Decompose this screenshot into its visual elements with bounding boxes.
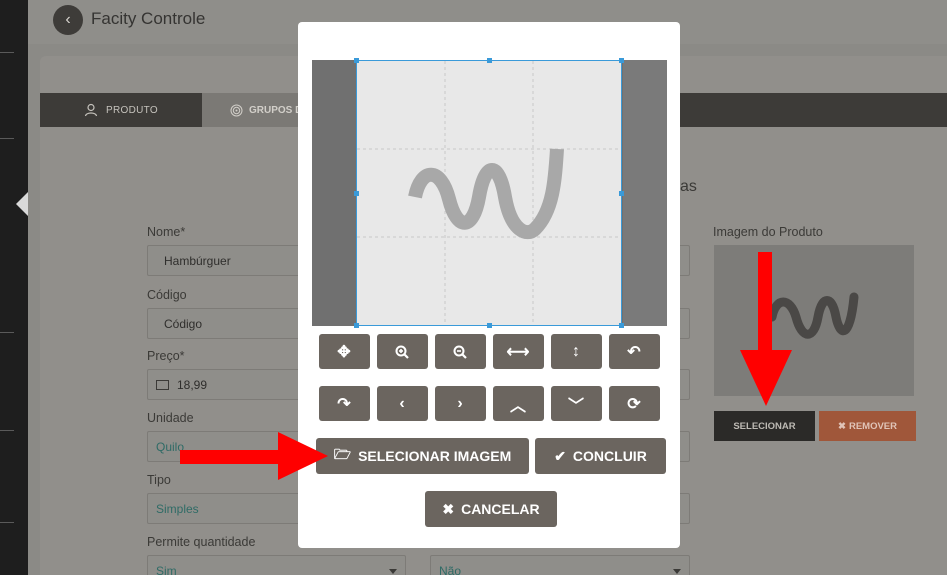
crop-handle[interactable] xyxy=(619,191,624,196)
chevron-left-icon: ‹ xyxy=(65,11,71,28)
codigo-label: Código xyxy=(147,288,187,302)
crop-handle[interactable] xyxy=(354,58,359,63)
chevron-up-icon: ︿ xyxy=(509,397,526,415)
move-up-button[interactable]: ︿ xyxy=(492,386,544,421)
nome-label: Nome* xyxy=(147,225,186,239)
chevron-down-icon: ﹀ xyxy=(567,397,584,415)
section-title-fragment: as xyxy=(680,178,697,195)
back-button[interactable]: ‹ xyxy=(53,5,83,35)
zoom-out-button[interactable] xyxy=(434,334,486,369)
select-image-label: SELECIONAR IMAGEM xyxy=(358,448,512,464)
product-image-label: Imagem do Produto xyxy=(713,225,823,239)
annotation-arrow-down xyxy=(740,252,792,406)
image-cropper[interactable] xyxy=(312,58,667,328)
cancel-button[interactable]: ✖ CANCELAR xyxy=(425,491,557,527)
rotate-right-icon: ↷ xyxy=(337,395,351,413)
zoom-in-button[interactable] xyxy=(376,334,428,369)
move-down-button[interactable]: ﹀ xyxy=(550,386,602,421)
sidebar-rail xyxy=(0,0,28,575)
nome-field[interactable]: Hambúrguer xyxy=(147,245,307,276)
zoom-in-icon xyxy=(395,345,409,359)
crop-handle[interactable] xyxy=(354,323,359,328)
select-image-modal-button[interactable]: 🗁 SELECIONAR IMAGEM xyxy=(316,438,529,474)
rail-divider xyxy=(0,522,14,523)
crop-shade-right xyxy=(623,60,667,326)
crop-handle[interactable] xyxy=(487,58,492,63)
tab-label: PRODUTO xyxy=(106,104,158,116)
tipo-select[interactable]: Simples xyxy=(147,493,307,524)
fingerprint-icon xyxy=(230,104,243,116)
crop-handle[interactable] xyxy=(487,323,492,328)
chevron-down-icon xyxy=(673,569,681,574)
page-title: Facity Controle xyxy=(91,9,206,28)
rotate-left-icon: ↶ xyxy=(627,343,641,361)
rail-divider xyxy=(0,332,14,333)
zoom-out-icon xyxy=(453,345,467,359)
move-icon: ✥ xyxy=(337,343,351,361)
permite-select[interactable]: Sim xyxy=(147,555,406,575)
flip-vertical-icon: ↕ xyxy=(572,342,580,360)
cancel-label: CANCELAR xyxy=(461,501,540,517)
chevron-right-icon: › xyxy=(457,394,463,412)
squiggle-image xyxy=(357,61,621,325)
permite-value: Sim xyxy=(156,563,177,575)
rotate-right-button[interactable]: ↷ xyxy=(318,386,370,421)
codigo-field[interactable]: Código xyxy=(147,308,307,339)
remove-label: REMOVER xyxy=(848,420,897,432)
right-select[interactable]: Não xyxy=(430,555,690,575)
crop-handle[interactable] xyxy=(619,58,624,63)
close-icon: ✖ xyxy=(837,420,846,432)
rail-divider xyxy=(0,52,14,53)
money-icon xyxy=(156,379,169,390)
user-icon xyxy=(84,103,98,117)
flip-vertical-button[interactable]: ↕ xyxy=(550,334,602,369)
crop-handle[interactable] xyxy=(354,191,359,196)
rail-divider xyxy=(0,430,14,431)
tab-produto[interactable]: PRODUTO xyxy=(40,93,202,127)
sidebar-active-indicator xyxy=(16,192,28,216)
tipo-label: Tipo xyxy=(147,473,171,487)
flip-horizontal-icon: ⟷ xyxy=(506,343,530,361)
finish-button[interactable]: ✔ CONCLUIR xyxy=(535,438,666,474)
image-crop-modal: ✥ ⟷ ↕ ↶ ↷ ‹ › ︿ ﹀ ⟳ 🗁 SELECIONAR IMAGEM … xyxy=(298,22,680,548)
remove-image-button[interactable]: ✖ REMOVER xyxy=(819,411,916,441)
permite-label: Permite quantidade xyxy=(147,535,256,549)
chevron-left-icon: ‹ xyxy=(399,394,405,412)
chevron-down-icon xyxy=(389,569,397,574)
select-image-button[interactable]: SELECIONAR xyxy=(714,411,815,441)
folder-open-icon: 🗁 xyxy=(333,446,352,462)
close-icon: ✖ xyxy=(442,500,455,517)
move-right-button[interactable]: › xyxy=(434,386,486,421)
annotation-arrow-left xyxy=(180,432,328,480)
preco-field[interactable]: 18,99 xyxy=(147,369,307,400)
rotate-left-button[interactable]: ↶ xyxy=(608,334,660,369)
crop-box[interactable] xyxy=(354,58,624,328)
crop-toolbar-row-1: ✥ ⟷ ↕ ↶ xyxy=(298,334,680,369)
reset-icon: ⟳ xyxy=(627,395,641,413)
move-left-button[interactable]: ‹ xyxy=(376,386,428,421)
flip-horizontal-button[interactable]: ⟷ xyxy=(492,334,544,369)
right-select-value: Não xyxy=(439,563,462,575)
finish-label: CONCLUIR xyxy=(572,448,647,464)
reset-button[interactable]: ⟳ xyxy=(608,386,660,421)
preco-value: 18,99 xyxy=(177,377,208,392)
crop-handle[interactable] xyxy=(619,323,624,328)
tab-label: GRUPOS D xyxy=(249,104,303,116)
crop-toolbar-row-2: ↷ ‹ › ︿ ﹀ ⟳ xyxy=(298,386,680,421)
move-button[interactable]: ✥ xyxy=(318,334,370,369)
rail-divider xyxy=(0,138,14,139)
unidade-label: Unidade xyxy=(147,411,194,425)
preco-label: Preço* xyxy=(147,349,185,363)
check-icon: ✔ xyxy=(554,447,566,464)
